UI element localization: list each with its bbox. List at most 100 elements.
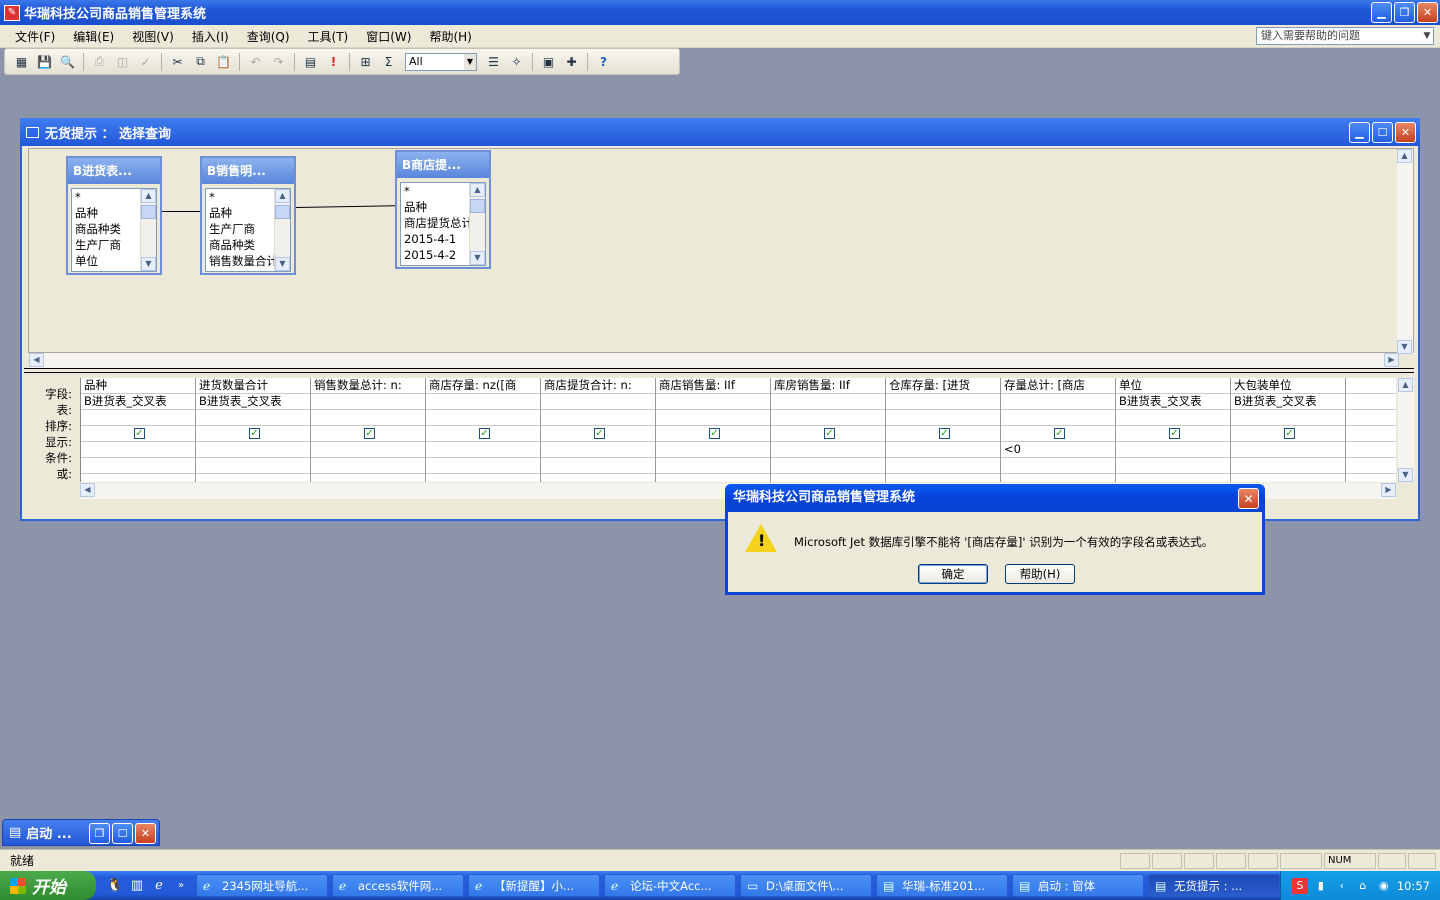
grid-cell-show[interactable]: ✓ (886, 426, 1000, 442)
grid-cell-field[interactable]: 大包装单位 (1231, 378, 1345, 394)
grid-column[interactable]: 品种 B进货表_交叉表 ✓ (81, 378, 196, 482)
menu-insert[interactable]: 插入(I) (183, 28, 238, 45)
menu-view[interactable]: 视图(V) (123, 28, 183, 45)
save-icon[interactable]: 💾 (34, 52, 55, 72)
scroll-down-icon[interactable]: ▼ (275, 257, 290, 271)
field-list-table[interactable]: B销售明... * 品种 生产厂商 商品种类 销售数量合计 ▲ ▼ (200, 156, 296, 275)
grid-cell-criteria[interactable] (196, 442, 310, 458)
pane-splitter[interactable] (24, 368, 1414, 373)
restore-button[interactable]: ❐ (1394, 2, 1415, 23)
grid-cell-show[interactable]: ✓ (311, 426, 425, 442)
maximize-button[interactable]: ☐ (112, 823, 133, 844)
totals-icon[interactable]: Σ (378, 52, 399, 72)
grid-cell-criteria[interactable] (426, 442, 540, 458)
menu-tools[interactable]: 工具(T) (299, 28, 358, 45)
grid-cell-sort[interactable] (886, 410, 1000, 426)
taskbar-item[interactable]: ℯ 论坛-中文Acc... (604, 874, 736, 897)
print-icon[interactable]: ⎙ (89, 52, 110, 72)
grid-column[interactable]: 单位 B进货表_交叉表 ✓ (1116, 378, 1231, 482)
print-preview-icon[interactable]: ◫ (112, 52, 133, 72)
grid-cell-table[interactable] (1001, 394, 1115, 410)
grid-cell-show[interactable]: ✓ (541, 426, 655, 442)
cut-icon[interactable]: ✂ (167, 52, 188, 72)
grid-cell-table[interactable] (1346, 394, 1396, 410)
browser-icon[interactable]: ℯ (148, 875, 170, 897)
show-checkbox[interactable]: ✓ (939, 428, 950, 439)
grid-cell-field[interactable]: 仓库存量: [进货 (886, 378, 1000, 394)
field-list-title[interactable]: B进货表... (68, 158, 160, 184)
help-icon[interactable]: ? (593, 52, 614, 72)
scroll-up-icon[interactable]: ▲ (275, 189, 290, 203)
grid-cell-sort[interactable] (1346, 410, 1396, 426)
grid-cell-show[interactable]: ✓ (1001, 426, 1115, 442)
grid-cell-show[interactable]: ✓ (196, 426, 310, 442)
taskbar-item[interactable]: ▤ 启动 : 窗体 (1012, 874, 1144, 897)
grid-cell-field[interactable]: 进货数量合计 (196, 378, 310, 394)
grid-column[interactable]: 商店提货合计: n: ✓ (541, 378, 656, 482)
grid-cell-or[interactable] (886, 458, 1000, 474)
show-checkbox[interactable]: ✓ (364, 428, 375, 439)
grid-cell-or[interactable] (1116, 458, 1230, 474)
help-search-input[interactable]: 键入需要帮助的问题 ▼ (1256, 27, 1434, 45)
minimize-button[interactable]: ▁ (1349, 122, 1370, 143)
volume-icon[interactable]: ◉ (1376, 878, 1392, 894)
grid-cell-sort[interactable] (311, 410, 425, 426)
scroll-up-icon[interactable]: ▲ (470, 183, 485, 197)
grid-column[interactable]: 大包装单位 B进货表_交叉表 ✓ (1231, 378, 1346, 482)
show-checkbox[interactable]: ✓ (709, 428, 720, 439)
grid-column[interactable]: 存量总计: [商店 ✓ <0 (1001, 378, 1116, 482)
chevron-down-icon[interactable]: ▼ (1421, 28, 1433, 44)
grid-cell-criteria[interactable] (656, 442, 770, 458)
minimized-startup-window[interactable]: ▤ 启动 ... ❐ ☐ ✕ (2, 819, 160, 846)
scroll-thumb[interactable] (470, 199, 485, 213)
grid-cell-or[interactable] (1346, 458, 1396, 474)
redo-icon[interactable]: ↷ (268, 52, 289, 72)
menu-query[interactable]: 查询(Q) (238, 28, 299, 45)
grid-cell-field[interactable]: 库房销售量: IIf (771, 378, 885, 394)
grid-cell-or[interactable] (196, 458, 310, 474)
grid-cell-sort[interactable] (771, 410, 885, 426)
network-icon[interactable]: ⌂ (1355, 878, 1371, 894)
grid-cell-table[interactable] (311, 394, 425, 410)
field-list-scrollbar[interactable]: ▲ ▼ (140, 189, 156, 271)
builder-icon[interactable]: ✧ (506, 52, 527, 72)
grid-cell-criteria[interactable] (541, 442, 655, 458)
field-list-title[interactable]: B商店提... (397, 152, 489, 178)
show-checkbox[interactable]: ✓ (1169, 428, 1180, 439)
field-item[interactable]: * (206, 189, 274, 205)
grid-cell-field[interactable]: 存量总计: [商店 (1001, 378, 1115, 394)
grid-cell-field[interactable] (1346, 378, 1396, 394)
show-checkbox[interactable]: ✓ (1284, 428, 1295, 439)
minimize-button[interactable]: ▁ (1371, 2, 1392, 23)
grid-cell-field[interactable]: 商店提货合计: n: (541, 378, 655, 394)
scroll-down-icon[interactable]: ▼ (470, 251, 485, 265)
maximize-button[interactable]: ☐ (1372, 122, 1393, 143)
run-icon[interactable]: ! (323, 52, 344, 72)
grid-cell-field[interactable]: 销售数量总计: n: (311, 378, 425, 394)
join-line[interactable] (295, 205, 395, 208)
grid-cell-table[interactable]: B进货表_交叉表 (196, 394, 310, 410)
grid-column[interactable]: 库房销售量: IIf ✓ (771, 378, 886, 482)
grid-cell-or[interactable] (1001, 458, 1115, 474)
grid-column[interactable]: 仓库存量: [进货 ✓ (886, 378, 1001, 482)
grid-cell-criteria[interactable]: <0 (1001, 442, 1115, 458)
grid-cell-sort[interactable] (426, 410, 540, 426)
menu-file[interactable]: 文件(F) (6, 28, 64, 45)
new-object-icon[interactable]: ✚ (561, 52, 582, 72)
grid-cell-sort[interactable] (1231, 410, 1345, 426)
show-checkbox[interactable]: ✓ (249, 428, 260, 439)
ok-button[interactable]: 确定 (918, 564, 988, 584)
grid-cell-sort[interactable] (541, 410, 655, 426)
grid-vertical-scrollbar[interactable]: ▲ ▼ (1398, 378, 1414, 482)
copy-icon[interactable]: ⧉ (190, 52, 211, 72)
chevron-right-icon[interactable]: » (170, 875, 192, 897)
scroll-right-icon[interactable]: ▶ (1381, 483, 1396, 497)
scroll-left-icon[interactable]: ◀ (80, 483, 95, 497)
dialog-close-button[interactable]: ✕ (1238, 488, 1259, 509)
show-checkbox[interactable]: ✓ (594, 428, 605, 439)
menu-help[interactable]: 帮助(H) (420, 28, 480, 45)
grid-cell-criteria[interactable] (1231, 442, 1345, 458)
grid-cell-field[interactable]: 品种 (81, 378, 195, 394)
menu-edit[interactable]: 编辑(E) (64, 28, 123, 45)
taskbar-item[interactable]: ▤ 华瑞-标准201... (876, 874, 1008, 897)
